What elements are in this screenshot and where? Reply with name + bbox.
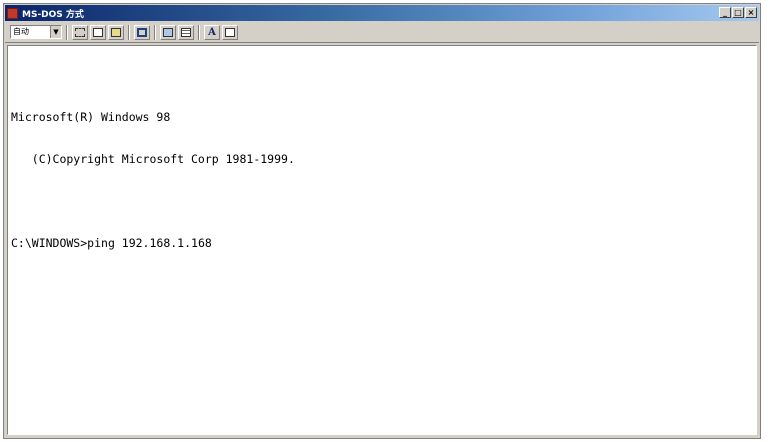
toolbar-separator [198, 24, 200, 40]
properties-icon [163, 27, 173, 37]
copy-icon [93, 27, 103, 37]
mark-button[interactable] [72, 24, 88, 40]
properties-sheet-button[interactable] [222, 24, 238, 40]
full-screen-icon [137, 27, 147, 37]
minimize-button[interactable]: _ [719, 7, 731, 18]
mark-icon [75, 27, 85, 37]
toolbar-separator [128, 24, 130, 40]
copy-button[interactable] [90, 24, 106, 40]
font-button[interactable]: A [204, 24, 220, 40]
paste-button[interactable] [108, 24, 124, 40]
close-button[interactable]: × [745, 7, 757, 18]
banner-line-1: Microsoft(R) Windows 98 [11, 110, 171, 124]
command-prompt: C:\WINDOWS> [11, 236, 88, 250]
maximize-button[interactable]: □ [732, 7, 744, 18]
title-bar[interactable]: MS-DOS 方式 _ □ × [5, 5, 759, 21]
msdos-app-icon[interactable] [7, 7, 18, 19]
toolbar-separator [66, 24, 68, 40]
command-line[interactable]: C:\WINDOWS>ping 192.168.1.168 [11, 236, 295, 250]
toolbar-separator [154, 24, 156, 40]
console-output: Microsoft(R) Windows 98 (C)Copyright Mic… [11, 82, 295, 278]
font-size-select[interactable]: 自动 ▼ [10, 25, 62, 39]
properties-button[interactable] [160, 24, 176, 40]
background-icon [181, 27, 191, 37]
command-input[interactable]: ping 192.168.1.168 [87, 236, 212, 250]
window-controls: _ □ × [719, 7, 757, 18]
banner-line-2: (C)Copyright Microsoft Corp 1981-1999. [11, 152, 295, 166]
properties-sheet-icon [225, 27, 235, 37]
background-button[interactable] [178, 24, 194, 40]
window-title: MS-DOS 方式 [22, 9, 84, 20]
console-area[interactable]: Microsoft(R) Windows 98 (C)Copyright Mic… [7, 45, 757, 435]
font-size-value: 自动 [13, 27, 29, 36]
chevron-down-icon[interactable]: ▼ [50, 26, 61, 38]
paste-icon [111, 27, 121, 37]
msdos-window: MS-DOS 方式 _ □ × 自动 ▼ A Microsoft(R) Wind… [3, 3, 761, 439]
toolbar: 自动 ▼ A [5, 22, 759, 43]
full-screen-button[interactable] [134, 24, 150, 40]
